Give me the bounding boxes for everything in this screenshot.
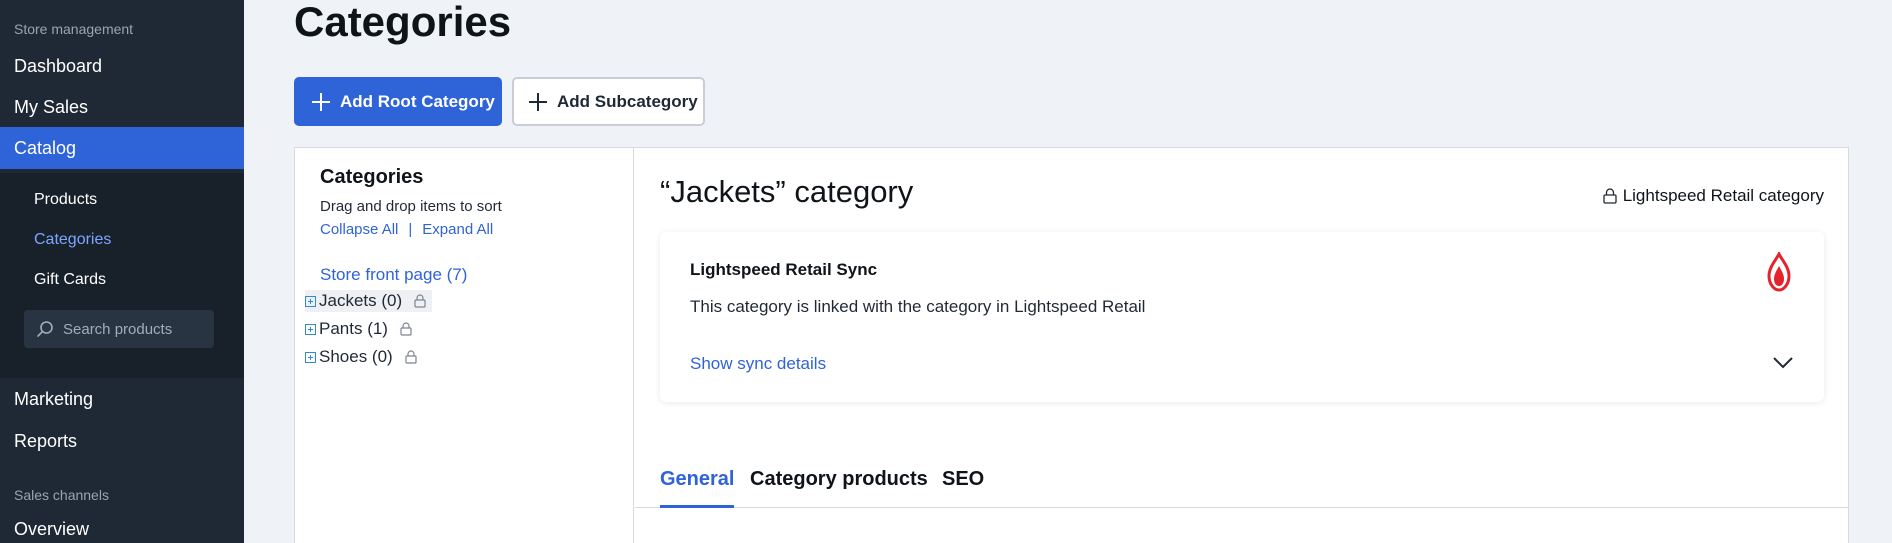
add-subcategory-button[interactable]: Add Subcategory [512,77,705,126]
lightspeed-logo-icon [1767,252,1791,292]
sidebar-subitem-gift-cards[interactable]: Gift Cards [34,271,106,289]
sidebar-search[interactable]: Search products [24,310,214,348]
link-separator: | [408,221,413,238]
sync-title: Lightspeed Retail Sync [690,260,878,279]
lock-icon [405,350,417,364]
chevron-down-icon[interactable] [1772,356,1794,370]
sidebar-item-catalog[interactable]: Catalog [0,127,244,169]
sidebar-item-reports[interactable]: Reports [0,420,244,462]
tab-category-products[interactable]: Category products [750,468,928,508]
sidebar-section-sales-channels: Sales channels [14,487,109,503]
lock-icon [414,294,426,308]
lock-icon [400,322,412,336]
tree-node-label: Pants (1) [319,319,388,338]
tree-hint: Drag and drop items to sort [320,198,502,215]
sidebar-item-marketing[interactable]: Marketing [0,378,244,420]
plus-icon [529,92,547,111]
search-placeholder: Search products [63,320,173,338]
sidebar-section-store-management: Store management [14,21,134,37]
sidebar-item-my-sales[interactable]: My Sales [0,86,244,128]
sync-card: Lightspeed Retail Sync This category is … [660,232,1824,402]
show-sync-details-link[interactable]: Show sync details [690,354,826,374]
tree-node-label: Jackets (0) [319,291,403,310]
expand-all-link[interactable]: Expand All [422,221,493,238]
tab-general[interactable]: General [660,468,735,508]
expand-icon[interactable] [305,323,316,335]
tree-node-jackets[interactable]: Jackets (0) [305,290,433,312]
sidebar-item-dashboard[interactable]: Dashboard [0,45,244,87]
tree-title: Categories [320,166,424,188]
tree-node-shoes[interactable]: Shoes (0) [305,346,417,368]
tree-node-pants[interactable]: Pants (1) [305,318,412,340]
lock-icon [1603,188,1617,204]
tree-root-store-front[interactable]: Store front page (7) [320,265,467,285]
category-detail: “Jackets” category Lightspeed Retail cat… [635,148,1849,543]
sidebar-item-overview[interactable]: Overview [0,508,244,543]
sidebar-subitem-categories[interactable]: Categories [34,231,111,249]
sync-text: This category is linked with the categor… [690,297,1146,316]
category-tree: Categories Drag and drop items to sort C… [295,148,634,543]
badge-label: Lightspeed Retail category [1622,186,1824,205]
page-title: Categories [294,0,512,45]
detail-tabs: General Category products SEO [635,468,1849,508]
expand-icon[interactable] [305,295,316,307]
sidebar-subitem-products[interactable]: Products [34,191,97,209]
tree-links: Collapse All | Expand All [320,221,493,238]
add-subcategory-label: Add Subcategory [557,91,698,111]
sidebar: Store management Dashboard My Sales Cata… [0,0,244,543]
categories-panel: Categories Drag and drop items to sort C… [294,147,1849,543]
add-root-category-button[interactable]: Add Root Category [294,77,502,126]
add-root-category-label: Add Root Category [340,91,495,111]
plus-icon [312,92,330,111]
category-title: “Jackets” category [660,174,914,209]
lightspeed-category-badge: Lightspeed Retail category [1603,186,1824,206]
search-icon [37,321,53,337]
tab-seo[interactable]: SEO [942,468,984,508]
expand-icon[interactable] [305,351,316,363]
collapse-all-link[interactable]: Collapse All [320,221,398,238]
tree-node-label: Shoes (0) [319,347,393,366]
